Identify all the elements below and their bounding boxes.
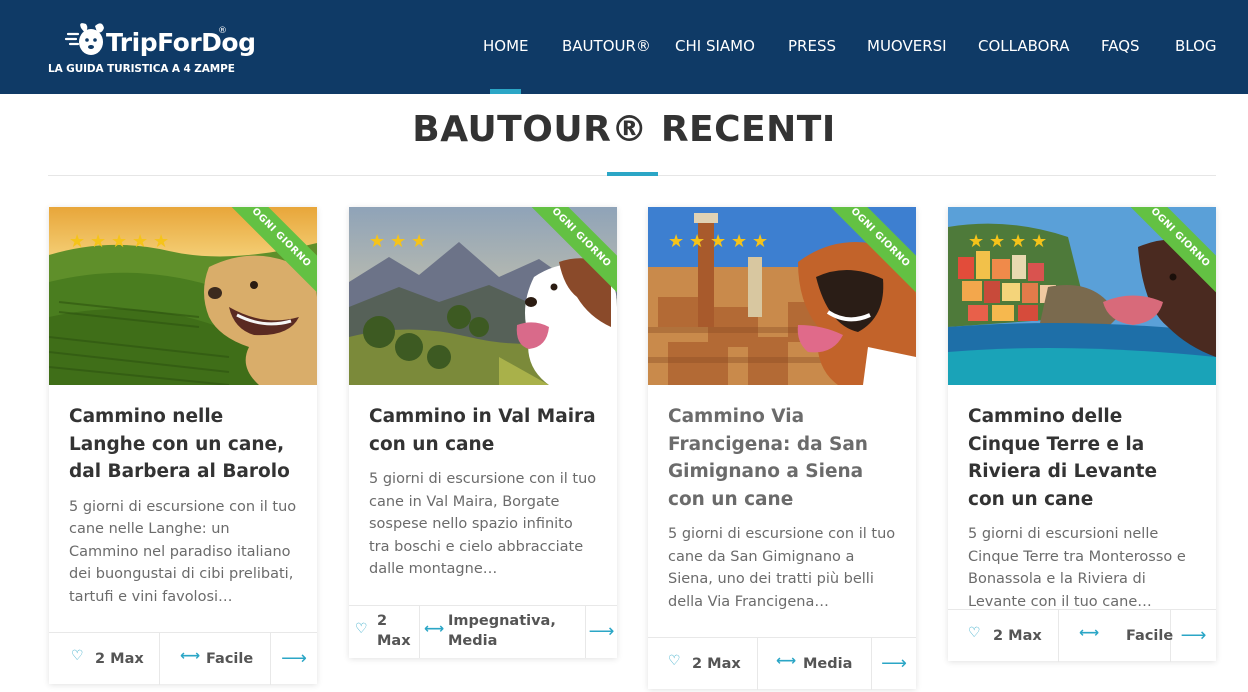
nav-active-indicator	[490, 89, 521, 94]
difficulty: Impegnativa, Media	[448, 613, 556, 649]
star-icon: ★	[411, 231, 428, 252]
star-icon: ★	[1031, 231, 1048, 252]
dumbbell-icon: ⟷	[776, 653, 797, 669]
tour-title[interactable]: Cammino Via Francigena: da San Gimignano…	[668, 403, 896, 513]
star-icon: ★	[369, 231, 386, 252]
tour-card[interactable]: OGNI GIORNO ★ ★ ★ ★ ★ Cammino nelle Langhe c…	[49, 207, 317, 685]
difficulty-cell: ⟷ Facile	[1059, 610, 1174, 662]
dog-bowl-icon: ♡	[355, 621, 368, 637]
tour-description: 5 giorni di escursione con il tuo cane i…	[369, 471, 597, 577]
rating-stars: ★ ★ ★ ★ ★	[668, 231, 773, 252]
max-dogs-cell: ♡ 2 Max	[948, 610, 1059, 662]
star-icon: ★	[689, 231, 706, 252]
difficulty: Facile	[1126, 628, 1174, 644]
max-dogs: 2 Max	[95, 651, 144, 667]
max-dogs-cell: ♡ 2 Max	[49, 633, 160, 685]
star-icon: ★	[731, 231, 748, 252]
rating-stars: ★ ★ ★	[369, 231, 432, 252]
max-dogs-cell: ♡ 2 Max	[648, 638, 758, 690]
tour-description: 5 giorni di escursione con il tuo cane n…	[69, 498, 297, 605]
tour-meta: ♡ 2 Max ⟷ Media ⟶	[648, 637, 916, 690]
tour-image[interactable]: OGNI GIORNO ★ ★ ★ ★ ★	[648, 207, 916, 385]
tour-meta: ♡ 2 Max ⟷ Facile ⟶	[49, 632, 317, 685]
tour-description: 5 giorni di escursione con il tuo cane d…	[668, 526, 896, 610]
brand-tagline: LA GUIDA TURISTICA A 4 ZAMPE	[48, 63, 235, 75]
tour-description: 5 giorni di escursioni nelle Cinque Terr…	[968, 526, 1186, 610]
dumbbell-icon: ⟷	[424, 621, 445, 637]
tour-card[interactable]: OGNI GIORNO ★ ★ ★ ★ Cammino delle Cinque Te…	[948, 207, 1216, 662]
nav-item-faqs[interactable]: FAQS	[1101, 37, 1140, 55]
star-icon: ★	[153, 231, 170, 252]
nav-item-press[interactable]: PRESS	[788, 37, 836, 55]
star-icon: ★	[752, 231, 769, 252]
tour-meta: ♡ 2 Max ⟷ Facile ⟶	[948, 609, 1216, 662]
dog-logo-icon	[64, 23, 104, 55]
nav-item-collabora[interactable]: COLLABORA	[978, 37, 1070, 55]
brand-registered-mark: ®	[218, 26, 227, 36]
difficulty: Facile	[206, 651, 254, 667]
star-icon: ★	[132, 231, 149, 252]
tour-card[interactable]: OGNI GIORNO ★ ★ ★ ★ ★ Cammino Via Francigena…	[648, 207, 916, 690]
arrow-right-icon[interactable]: ⟶	[271, 633, 317, 685]
brand-name: TripForDog	[106, 28, 256, 57]
dog-bowl-icon: ♡	[668, 653, 681, 669]
nav-item-bautour[interactable]: BAUTOUR®	[562, 37, 651, 55]
max-dogs-cell: ♡ 2 Max	[349, 606, 420, 658]
dumbbell-icon: ⟷	[1079, 625, 1100, 641]
arrow-right-icon[interactable]: ⟶	[586, 606, 617, 658]
star-icon: ★	[710, 231, 727, 252]
dog-bowl-icon: ♡	[71, 648, 84, 664]
arrow-right-icon[interactable]: ⟶	[872, 638, 916, 690]
nav-item-chi-siamo[interactable]: CHI SIAMO	[675, 37, 755, 55]
star-icon: ★	[668, 231, 685, 252]
rating-stars: ★ ★ ★ ★	[968, 231, 1052, 252]
nav-item-blog[interactable]: BLOG	[1175, 37, 1217, 55]
tour-title[interactable]: Cammino delle Cinque Terre e la Riviera …	[968, 403, 1196, 513]
tour-image[interactable]: OGNI GIORNO ★ ★ ★	[349, 207, 617, 385]
max-dogs: 2 Max	[993, 628, 1042, 644]
arrow-right-icon[interactable]: ⟶	[1171, 610, 1216, 662]
tour-meta: ♡ 2 Max ⟷ Impegnativa, Media ⟶	[349, 605, 617, 658]
star-icon: ★	[1010, 231, 1027, 252]
rating-stars: ★ ★ ★ ★ ★	[69, 231, 174, 252]
star-icon: ★	[989, 231, 1006, 252]
difficulty-cell: ⟷ Impegnativa, Media	[420, 606, 586, 658]
tour-title[interactable]: Cammino nelle Langhe con un cane, dal Ba…	[69, 403, 297, 486]
star-icon: ★	[90, 231, 107, 252]
max-dogs: 2 Max	[377, 613, 411, 649]
star-icon: ★	[69, 231, 86, 252]
logo[interactable]: TripForDog ® LA GUIDA TURISTICA A 4 ZAMP…	[48, 20, 256, 80]
star-icon: ★	[968, 231, 985, 252]
nav-item-muoversi[interactable]: MUOVERSI	[867, 37, 947, 55]
difficulty: Media	[803, 656, 853, 672]
title-accent-bar	[607, 172, 658, 176]
dog-bowl-icon: ♡	[968, 625, 981, 641]
tour-image[interactable]: OGNI GIORNO ★ ★ ★ ★	[948, 207, 1216, 385]
tour-image[interactable]: OGNI GIORNO ★ ★ ★ ★ ★	[49, 207, 317, 385]
tour-title[interactable]: Cammino in Val Maira con un cane	[369, 403, 597, 458]
site-header: TripForDog ® LA GUIDA TURISTICA A 4 ZAMP…	[0, 0, 1248, 94]
nav-item-home[interactable]: HOME	[483, 37, 529, 55]
star-icon: ★	[111, 231, 128, 252]
tour-card[interactable]: OGNI GIORNO ★ ★ ★ Cammino in Val Maira con…	[349, 207, 617, 658]
star-icon: ★	[390, 231, 407, 252]
dumbbell-icon: ⟷	[180, 648, 201, 664]
section-title: BAUTOUR® RECENTI	[412, 109, 836, 150]
difficulty-cell: ⟷ Facile	[160, 633, 271, 685]
max-dogs: 2 Max	[692, 656, 741, 672]
difficulty-cell: ⟷ Media	[758, 638, 872, 690]
